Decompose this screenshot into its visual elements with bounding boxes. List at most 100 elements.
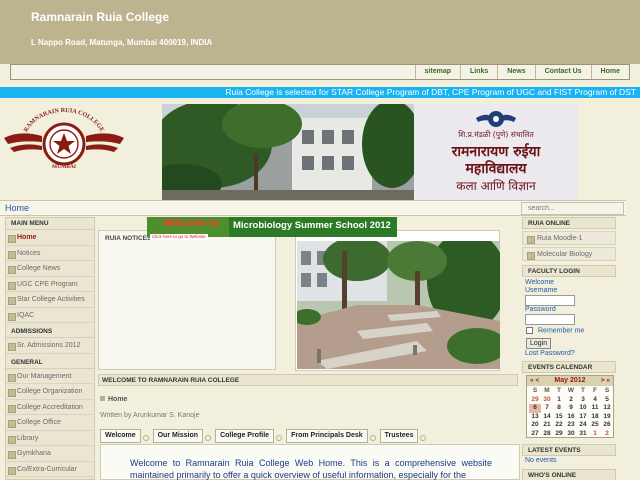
nav-links[interactable]: Links <box>460 65 497 79</box>
menu-item-notices[interactable]: Notices <box>6 246 94 261</box>
notices-title: RUIA NOTICES <box>105 235 152 242</box>
remember-me-checkbox[interactable] <box>526 327 533 334</box>
nav-news[interactable]: News <box>497 65 534 79</box>
logo-text-bottom: MUMBAI <box>52 164 76 170</box>
tab-from-principals-desk[interactable]: From Principals Desk <box>286 429 376 443</box>
site-address: L Nappo Road, Matunga, Mumbai 400019, IN… <box>31 38 213 47</box>
calendar-day[interactable]: 2 <box>601 430 613 439</box>
calendar-day[interactable]: 15 <box>553 413 565 422</box>
faculty-login-heading: FACULTY LOGIN <box>522 265 616 277</box>
menu-item-college-news[interactable]: College News <box>6 261 94 277</box>
menu-item-star-college-activities[interactable]: Star College Activities <box>6 292 94 308</box>
search-input[interactable] <box>521 202 624 215</box>
menu-item-co-extra-curricular[interactable]: Co/Extra-Curricular <box>6 462 94 477</box>
intro-text: Welcome to Ramnarain Ruia College Web Ho… <box>130 458 492 480</box>
calendar-day[interactable]: 19 <box>601 413 613 422</box>
calendar-day[interactable]: 24 <box>577 421 589 430</box>
calendar-day[interactable]: 6 <box>529 404 541 413</box>
banner-emblem-icon <box>476 111 516 127</box>
calendar-day[interactable]: 22 <box>553 421 565 430</box>
calendar-day[interactable]: 29 <box>553 430 565 439</box>
calendar-day[interactable]: 18 <box>589 413 601 422</box>
article-breadcrumb[interactable]: Home <box>100 396 127 403</box>
tab-college-profile[interactable]: College Profile <box>215 429 283 443</box>
right-column: RUIA ONLINE Ruia Moodle-1 Molecular Biol… <box>522 217 616 480</box>
menu-item-ugc-cpe-program[interactable]: UGC CPE Program <box>6 277 94 292</box>
calendar-day[interactable]: 26 <box>601 421 613 430</box>
banner-marathi-panel: शि.प्र.मंडळी (पुणे) संचालित रामनारायण रु… <box>414 104 578 200</box>
calendar-day[interactable]: 28 <box>541 430 553 439</box>
calendar-day[interactable]: 30 <box>565 430 577 439</box>
notices-panel: RUIA NOTICES <box>98 230 276 370</box>
calendar-header: « < May 2012 > » <box>527 376 613 386</box>
latest-events-heading: LATEST EVENTS <box>522 444 616 456</box>
calendar-day[interactable]: 21 <box>541 421 553 430</box>
password-input[interactable] <box>525 314 575 325</box>
menu-item-our-management[interactable]: Our Management <box>6 369 94 384</box>
intro-box: Welcome to Ramnarain Ruia College Web Ho… <box>100 444 520 480</box>
calendar-day[interactable]: 5 <box>601 396 613 405</box>
article-author: Written by Arunkumar S. Kanoje <box>100 412 200 419</box>
tab-our-mission[interactable]: Our Mission <box>152 429 212 443</box>
calendar-day[interactable]: 2 <box>565 396 577 405</box>
link-molecular-biology[interactable]: Molecular Biology <box>522 247 616 261</box>
events-calendar: « < May 2012 > » S M T W T F S 29 30 1 2 3 4 5 6 7 8 9 10 1… <box>526 375 614 438</box>
calendar-weekday: F <box>593 387 597 394</box>
calendar-day[interactable]: 20 <box>529 421 541 430</box>
calendar-day[interactable]: 1 <box>589 430 601 439</box>
calendar-day[interactable]: 16 <box>565 413 577 422</box>
nav-sitemap[interactable]: sitemap <box>414 65 460 79</box>
announcement-marquee[interactable]: Ruia College is selected for STAR Colleg… <box>0 87 640 98</box>
calendar-day[interactable]: 29 <box>529 396 541 405</box>
ribbon-title: Microbiology Summer School 2012 <box>233 220 391 231</box>
menu-section-general: GENERAL <box>6 357 94 369</box>
calendar-day[interactable]: 1 <box>553 396 565 405</box>
calendar-day[interactable]: 11 <box>589 404 601 413</box>
calendar-day[interactable]: 7 <box>541 404 553 413</box>
menu-item-iqac[interactable]: IQAC <box>6 308 94 323</box>
calendar-day[interactable]: 27 <box>529 430 541 439</box>
ribbon-welcome: Welcome to <box>163 218 219 229</box>
remember-me-label: Remember me <box>538 327 585 335</box>
menu-item-college-office[interactable]: College Office <box>6 415 94 431</box>
calendar-day[interactable]: 30 <box>541 396 553 405</box>
nav-home[interactable]: Home <box>590 65 629 79</box>
calendar-day[interactable]: 14 <box>541 413 553 422</box>
article-tabs: Welcome Our Mission College Profile From… <box>100 429 430 443</box>
tab-welcome[interactable]: Welcome <box>100 429 149 443</box>
menu-item-sr-admissions[interactable]: Sr. Admissions 2012 <box>6 338 94 354</box>
lost-password-link[interactable]: Lost Password? <box>525 350 575 357</box>
calendar-day[interactable]: 13 <box>529 413 541 422</box>
calendar-day[interactable]: 10 <box>577 404 589 413</box>
menu-section-admissions: ADMISSIONS <box>6 326 94 338</box>
calendar-day[interactable]: 17 <box>577 413 589 422</box>
ruia-online-heading: RUIA ONLINE <box>522 217 616 229</box>
menu-item-home[interactable]: Home <box>6 230 94 246</box>
college-logo[interactable]: RAMNARAIN RUIA COLLEGE MUMBAI <box>2 104 126 178</box>
username-input[interactable] <box>525 295 575 306</box>
menu-item-gymkhana[interactable]: Gymkhana <box>6 446 94 462</box>
top-navigation-bar: sitemap Links News Contact Us Home <box>10 64 630 80</box>
calendar-day[interactable]: 31 <box>577 430 589 439</box>
nav-contact-us[interactable]: Contact Us <box>534 65 591 79</box>
link-ruia-moodle[interactable]: Ruia Moodle-1 <box>522 231 616 245</box>
menu-item-library[interactable]: Library <box>6 431 94 446</box>
calendar-next-button[interactable]: > » <box>601 376 610 386</box>
calendar-grid: S M T W T F S 29 30 1 2 3 4 5 6 7 8 9 10 11 12 13 14 15 16 17 18 19… <box>529 387 613 438</box>
menu-item-college-organization[interactable]: College Organization <box>6 384 94 400</box>
calendar-day[interactable]: 25 <box>589 421 601 430</box>
calendar-day[interactable]: 12 <box>601 404 613 413</box>
menu-item-college-accreditation[interactable]: College Accreditation <box>6 400 94 415</box>
banner-line-1: शि.प्र.मंडळी (पुणे) संचालित <box>458 130 534 139</box>
calendar-day[interactable]: 23 <box>565 421 577 430</box>
home-link[interactable]: Home <box>5 203 29 213</box>
ribbon-click-link[interactable]: Click here to go to Website <box>150 234 208 240</box>
calendar-day[interactable]: 8 <box>553 404 565 413</box>
calendar-day[interactable]: 9 <box>565 404 577 413</box>
calendar-day[interactable]: 4 <box>589 396 601 405</box>
calendar-day[interactable]: 3 <box>577 396 589 405</box>
site-title: Ramnarain Ruia College <box>31 10 170 24</box>
tab-trustees[interactable]: Trustees <box>379 429 427 443</box>
welcome-section-title: WELCOME TO RAMNARAIN RUIA COLLEGE <box>102 377 240 384</box>
login-button[interactable]: Login <box>526 338 552 349</box>
